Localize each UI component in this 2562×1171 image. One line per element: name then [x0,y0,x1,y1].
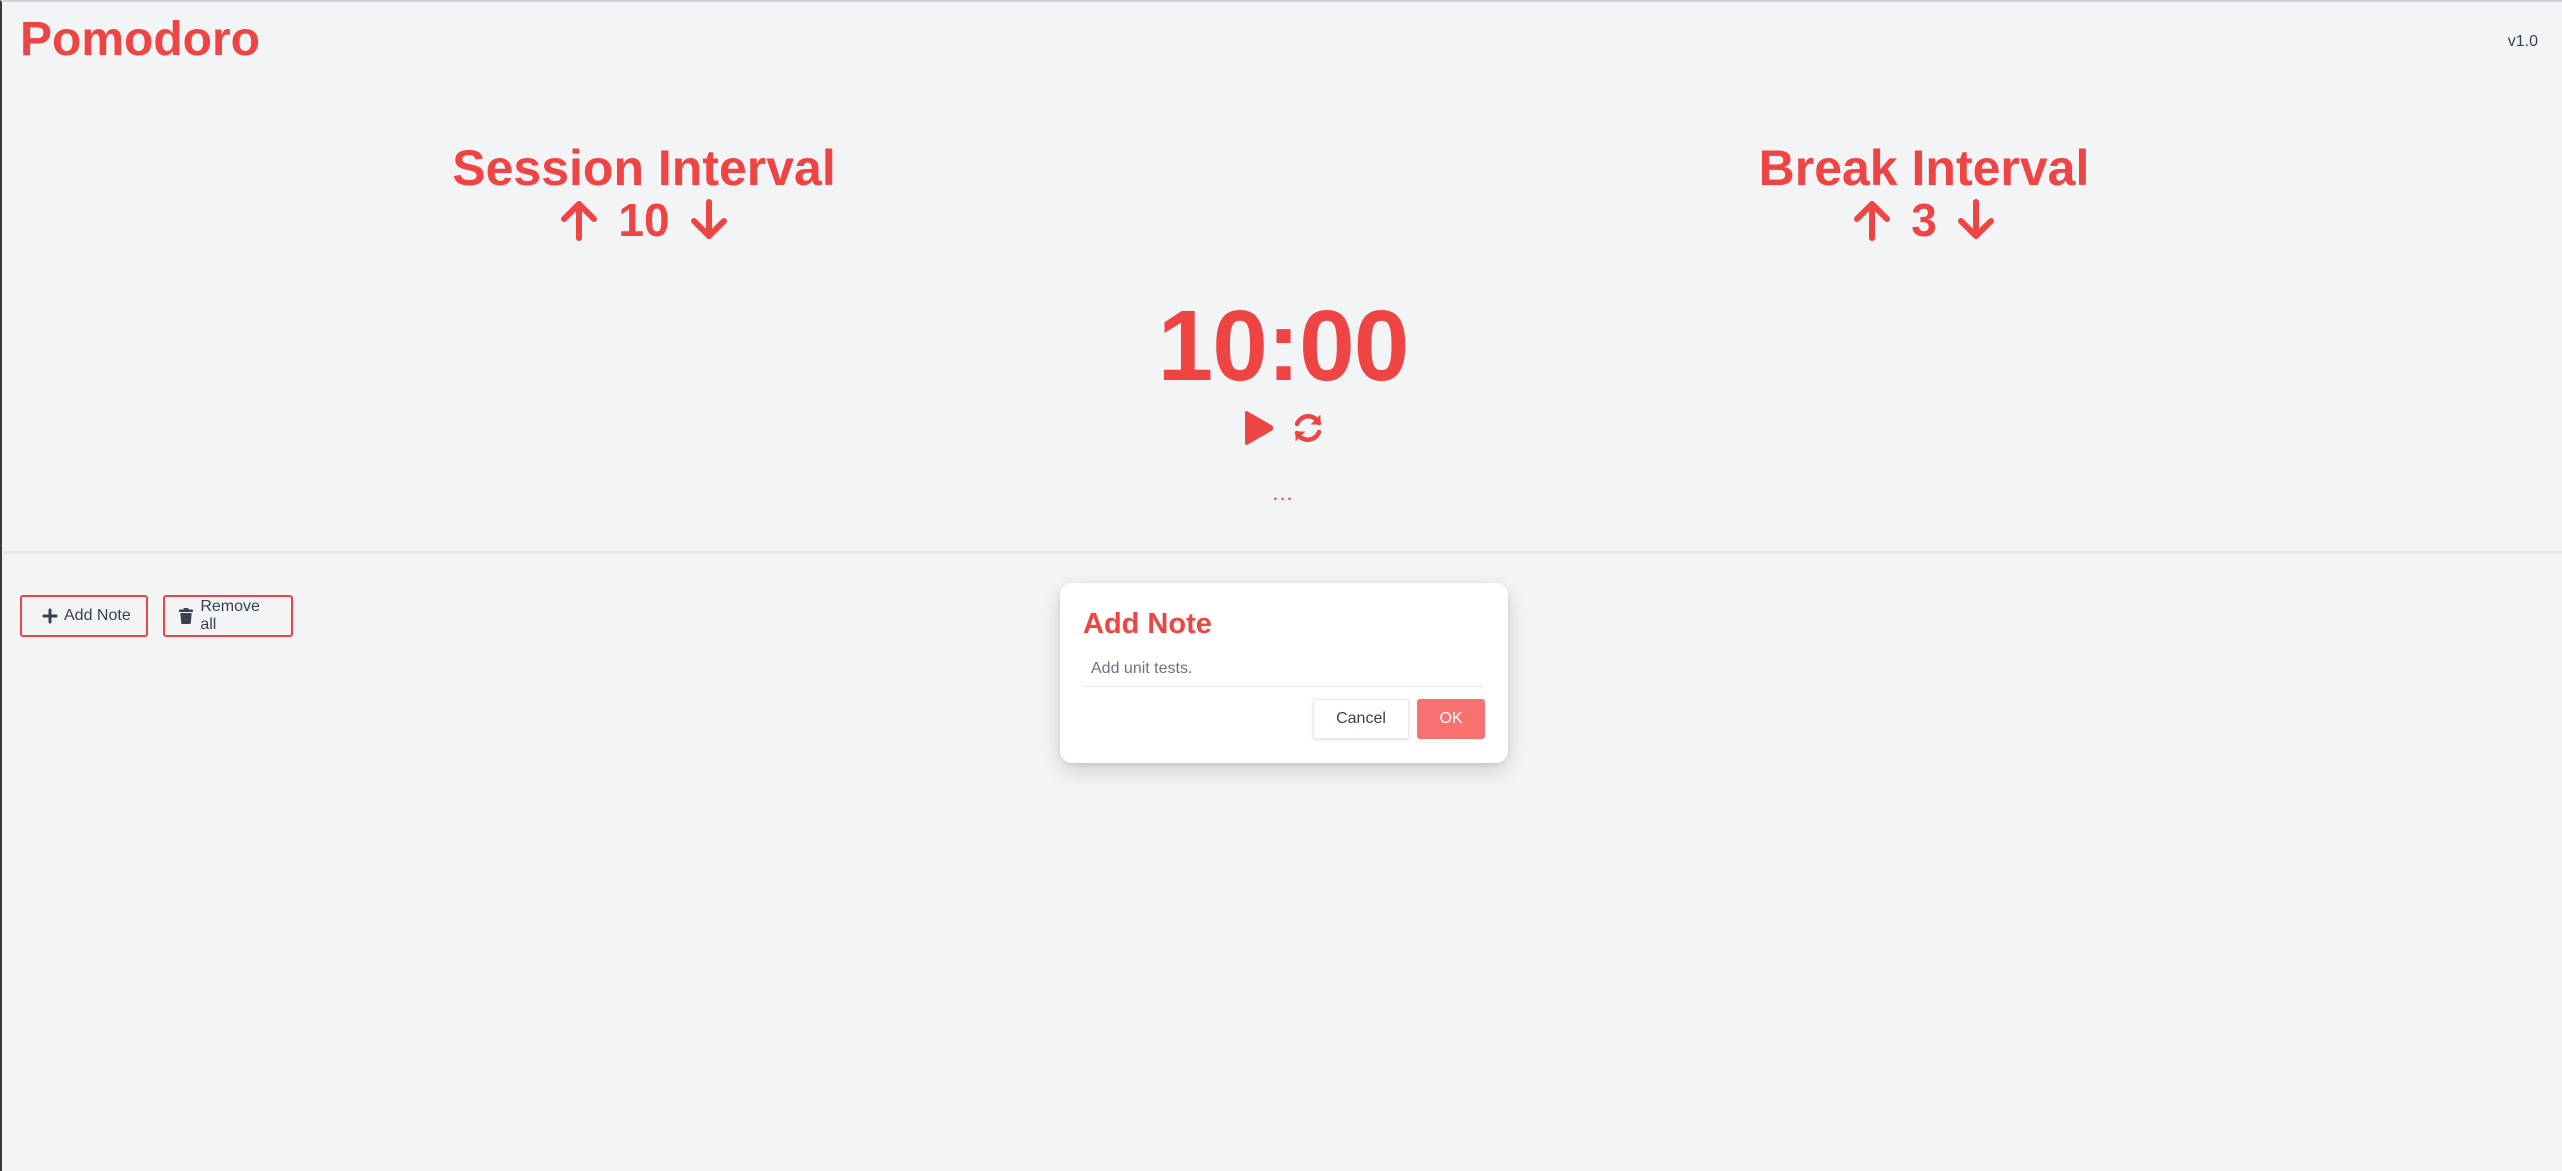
play-button[interactable] [1236,406,1280,450]
break-interval-panel: Break Interval 3 [1664,140,2184,246]
version-label: v1.0 [2507,33,2538,50]
reset-button[interactable] [1286,406,1330,450]
arrow-up-icon [561,201,598,241]
session-interval-title: Session Interval [452,140,836,196]
session-interval-panel: Session Interval 10 [384,140,904,246]
dialog-actions: Cancel OK [1313,699,1485,739]
add-note-button[interactable]: Add Note [20,595,148,637]
app-frame: Pomodoro v1.0 Session Interval 10 Break … [0,0,2562,1171]
break-increment-button[interactable] [1849,197,1895,243]
arrow-down-icon [690,199,727,239]
ok-button[interactable]: OK [1417,699,1485,739]
note-input[interactable] [1083,651,1483,687]
remove-all-button[interactable]: Remove all [163,595,293,637]
session-interval-value: 10 [618,194,670,246]
remove-all-label: Remove all [200,598,260,633]
timer-controls [1183,406,1383,450]
refresh-icon [1294,414,1322,442]
add-note-dialog: Add Note Cancel OK [1060,583,1508,763]
cancel-button[interactable]: Cancel [1313,699,1409,739]
break-interval-controls: 3 [1664,194,2184,246]
session-increment-button[interactable] [556,197,602,243]
timer-status: ... [1272,480,1294,505]
session-interval-controls: 10 [384,194,904,246]
session-decrement-button[interactable] [686,197,732,243]
add-note-label: Add Note [64,607,131,624]
break-interval-title: Break Interval [1758,140,2090,196]
app-title: Pomodoro [20,13,260,66]
dialog-title: Add Note [1083,608,1212,640]
trash-icon [179,608,194,624]
break-interval-value: 3 [1911,194,1937,246]
arrow-down-icon [1957,199,1994,239]
plus-icon [42,608,58,624]
section-divider [4,551,2562,554]
arrow-up-icon [1854,201,1891,241]
break-decrement-button[interactable] [1953,197,1999,243]
timer-display: 10:00 [1157,290,1410,402]
play-icon [1245,411,1274,445]
